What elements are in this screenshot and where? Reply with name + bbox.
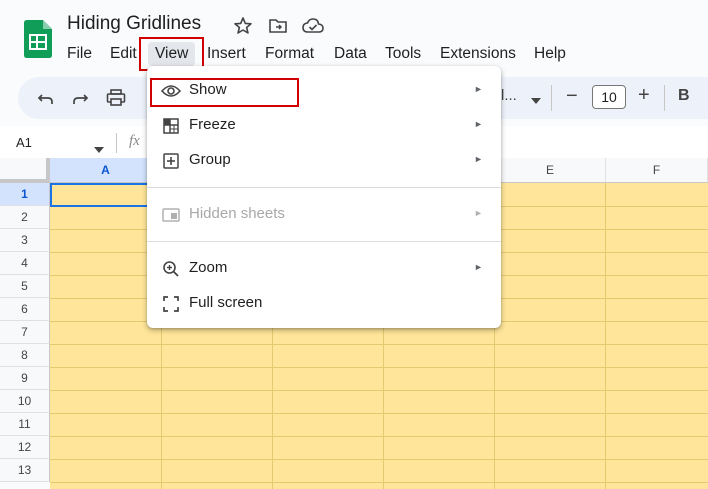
row-gridline	[50, 459, 708, 460]
toolbar-divider	[664, 85, 665, 111]
print-icon[interactable]	[104, 86, 128, 110]
menu-tools[interactable]: Tools	[385, 42, 421, 66]
name-box[interactable]: A1	[16, 135, 32, 150]
row-header-9[interactable]: 9	[0, 367, 50, 390]
row-header-11[interactable]: 11	[0, 413, 50, 436]
row-header-6[interactable]: 6	[0, 298, 50, 321]
column-header-a[interactable]: A	[50, 158, 162, 183]
row-gridline	[50, 367, 708, 368]
document-title[interactable]: Hiding Gridlines	[67, 13, 201, 35]
menu-item-zoom[interactable]: Zoom ►	[147, 251, 501, 285]
fullscreen-icon	[161, 294, 181, 314]
menu-format[interactable]: Format	[265, 42, 314, 66]
row-header-13[interactable]: 13	[0, 459, 50, 482]
row-header-4[interactable]: 4	[0, 252, 50, 275]
row-gridline	[50, 482, 708, 483]
menu-item-label: Hidden sheets	[189, 205, 285, 222]
cloud-saved-icon[interactable]	[302, 15, 324, 37]
row-header-1[interactable]: 1	[0, 183, 50, 206]
menu-item-group[interactable]: Group ►	[147, 143, 501, 177]
menu-separator	[147, 241, 501, 242]
row-header-3[interactable]: 3	[0, 229, 50, 252]
bold-button[interactable]: B	[678, 87, 690, 105]
submenu-arrow-icon: ►	[474, 208, 483, 218]
selected-cell-a1[interactable]	[50, 183, 162, 207]
menu-edit[interactable]: Edit	[110, 42, 137, 66]
name-box-dropdown-icon[interactable]	[94, 140, 104, 158]
undo-icon[interactable]	[34, 86, 58, 110]
sheets-logo-icon[interactable]	[24, 20, 52, 58]
menu-extensions[interactable]: Extensions	[440, 42, 516, 66]
menu-item-full-screen[interactable]: Full screen	[147, 286, 501, 320]
row-header-10[interactable]: 10	[0, 390, 50, 413]
row-header-2[interactable]: 2	[0, 206, 50, 229]
submenu-arrow-icon: ►	[474, 262, 483, 272]
column-header-e[interactable]: E	[495, 158, 606, 183]
star-icon[interactable]	[232, 15, 254, 37]
menu-item-label: Group	[189, 151, 231, 168]
show-item-highlight-box	[150, 78, 299, 107]
group-plus-icon	[161, 151, 181, 171]
menu-item-label: Zoom	[189, 259, 228, 276]
row-header-12[interactable]: 12	[0, 436, 50, 459]
menu-help[interactable]: Help	[534, 42, 566, 66]
row-gridline	[50, 436, 708, 437]
redo-icon[interactable]	[68, 86, 92, 110]
menu-item-hidden-sheets: Hidden sheets ►	[147, 197, 501, 231]
menu-item-label: Full screen	[189, 294, 263, 311]
row-gridline	[50, 344, 708, 345]
formula-divider	[116, 133, 117, 153]
menu-file[interactable]: File	[67, 42, 92, 66]
increase-font-button[interactable]: +	[638, 84, 650, 107]
font-size-input[interactable]: 10	[592, 85, 626, 109]
submenu-arrow-icon: ►	[474, 84, 483, 94]
submenu-arrow-icon: ►	[474, 119, 483, 129]
row-gridline	[50, 390, 708, 391]
menu-separator	[147, 187, 501, 188]
row-header-7[interactable]: 7	[0, 321, 50, 344]
column-header-f[interactable]: F	[606, 158, 708, 183]
row-header-5[interactable]: 5	[0, 275, 50, 298]
font-dropdown-icon[interactable]	[531, 91, 541, 109]
move-folder-icon[interactable]	[267, 15, 289, 37]
zoom-icon	[161, 259, 181, 279]
fx-icon: fx	[129, 133, 140, 149]
decrease-font-button[interactable]: −	[566, 85, 578, 108]
submenu-arrow-icon: ►	[474, 154, 483, 164]
select-all-corner[interactable]	[0, 158, 50, 183]
row-gridline	[50, 413, 708, 414]
menu-item-label: Freeze	[189, 116, 236, 133]
row-header-8[interactable]: 8	[0, 344, 50, 367]
freeze-grid-icon	[161, 116, 181, 136]
menu-data[interactable]: Data	[334, 42, 367, 66]
toolbar-divider	[551, 85, 552, 111]
font-family-partial[interactable]: l...	[501, 87, 517, 104]
menu-item-freeze[interactable]: Freeze ►	[147, 108, 501, 142]
hidden-sheet-icon	[161, 205, 181, 225]
menu-insert[interactable]: Insert	[207, 42, 246, 66]
